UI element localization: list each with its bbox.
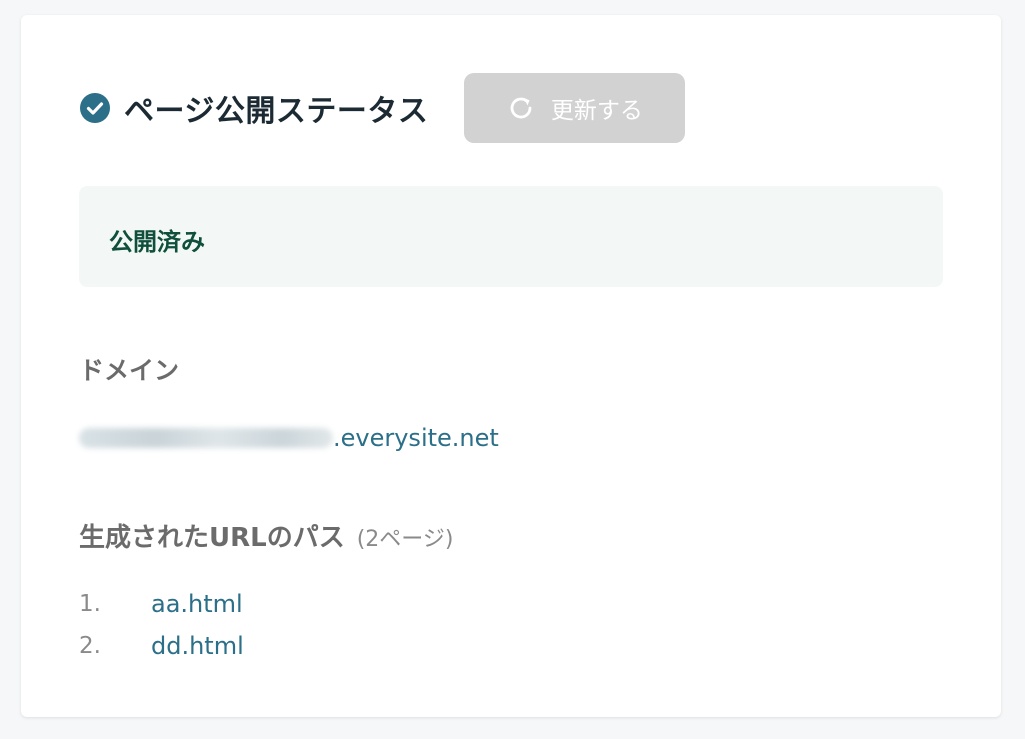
list-item: 1. aa.html	[79, 583, 244, 625]
paths-heading: 生成されたURLのパス (2ページ)	[79, 517, 453, 554]
status-panel: 公開済み	[79, 186, 943, 287]
list-item-number: 1.	[79, 591, 101, 617]
redacted-subdomain	[79, 428, 333, 448]
domain-label: ドメイン	[79, 356, 180, 385]
refresh-button-label: 更新する	[550, 97, 643, 123]
card-header: ページ公開ステータス 更新する	[80, 73, 686, 143]
domain-value: .everysite.net	[79, 421, 499, 455]
page-title: ページ公開ステータス	[124, 94, 429, 129]
paths-label: 生成されたURLのパス	[79, 523, 345, 553]
domain-suffix[interactable]: .everysite.net	[333, 424, 499, 452]
path-link[interactable]: dd.html	[151, 632, 244, 660]
status-card: ページ公開ステータス 更新する 公開済み ドメイン .everysite.net…	[21, 15, 1001, 717]
refresh-button[interactable]: 更新する	[464, 73, 686, 143]
paths-count: (2ページ)	[356, 527, 454, 552]
list-item-number: 2.	[79, 633, 101, 659]
status-text: 公開済み	[109, 228, 205, 256]
list-item: 2. dd.html	[79, 625, 244, 667]
path-link[interactable]: aa.html	[151, 590, 243, 618]
check-circle-icon	[80, 93, 110, 123]
path-list: 1. aa.html 2. dd.html	[79, 583, 244, 667]
refresh-icon	[507, 94, 535, 122]
